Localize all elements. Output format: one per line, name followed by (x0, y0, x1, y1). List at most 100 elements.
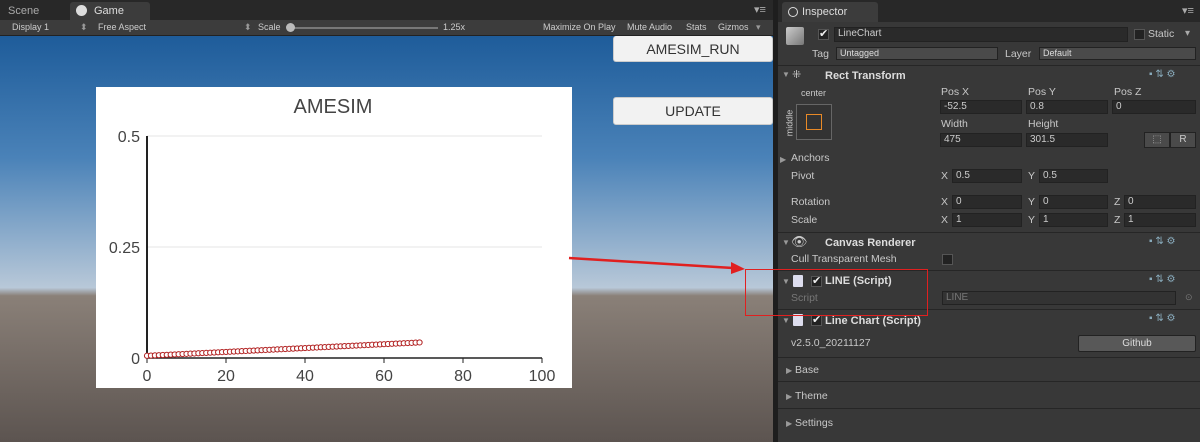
x-tick-label: 80 (454, 368, 472, 385)
maximize-on-play-toggle[interactable]: Maximize On Play (543, 22, 616, 32)
chart-svg: AMESIM 0 0.25 0.5 0 20 40 60 80 100 (109, 96, 556, 385)
static-label: Static (1148, 28, 1175, 40)
display-dropdown-arrow-icon: ⬍ (80, 22, 88, 32)
x-tick-label: 60 (375, 368, 393, 385)
section-settings[interactable]: Settings (795, 417, 833, 429)
anchors-fold-icon[interactable]: ▶ (780, 155, 786, 164)
tab-game[interactable]: Game (70, 2, 150, 20)
pivot-label: Pivot (791, 170, 815, 182)
theme-fold-icon[interactable]: ▶ (786, 392, 792, 401)
rect-transform-icon: ⁜ (792, 69, 802, 81)
layer-label: Layer (1005, 48, 1032, 60)
pos-x-field[interactable]: -52.5 (940, 100, 1022, 114)
pivot-x-field[interactable]: 0.5 (952, 169, 1022, 183)
component-header-icons[interactable]: ▪ ⇅ ⚙ (1149, 236, 1175, 247)
anchor-preset-icon (806, 114, 822, 130)
anchor-preset-button[interactable] (796, 104, 832, 140)
inspector-tabbar: Inspector ▾≡ (778, 0, 1200, 22)
cull-checkbox[interactable] (942, 254, 953, 265)
component-header-icons[interactable]: ▪ ⇅ ⚙ (1149, 274, 1175, 285)
rect-transform-fold-icon[interactable]: ▼ (782, 70, 790, 79)
static-dropdown-icon[interactable]: ▾ (1185, 28, 1190, 39)
divider (778, 232, 1200, 233)
rotation-x-label: X (941, 196, 949, 208)
object-picker-icon[interactable]: ⊙ (1185, 292, 1193, 303)
pos-y-label: Pos Y (1028, 86, 1056, 98)
divider (778, 357, 1200, 358)
scale-x-label: X (941, 214, 949, 226)
rotation-y-field[interactable]: 0 (1039, 195, 1108, 209)
update-button[interactable]: UPDATE (613, 97, 773, 125)
anchor-v-label: middle (784, 109, 795, 137)
tab-scene[interactable]: Scene (0, 2, 68, 20)
raw-edit-button[interactable]: R (1170, 132, 1196, 148)
rotation-y-label: Y (1028, 196, 1036, 208)
component-header-icons[interactable]: ▪ ⇅ ⚙ (1149, 69, 1175, 80)
x-tick-label: 0 (143, 368, 152, 385)
scale-z-label: Z (1114, 214, 1121, 226)
tab-menu-icon[interactable]: ▾≡ (754, 3, 766, 16)
aspect-dropdown-arrow-icon: ⬍ (244, 22, 252, 32)
stats-toggle[interactable]: Stats (686, 22, 707, 32)
tab-inspector-label: Inspector (802, 6, 848, 18)
tag-label: Tag (812, 48, 829, 60)
inspector-panel: Inspector ▾≡ LineChart Static ▾ Tag Unta… (778, 0, 1200, 442)
gizmos-dropdown-arrow-icon[interactable]: ▾ (756, 22, 761, 33)
tag-dropdown[interactable]: Untagged (836, 47, 998, 60)
section-theme[interactable]: Theme (795, 390, 828, 402)
pivot-y-label: Y (1028, 170, 1036, 182)
rotation-x-field[interactable]: 0 (952, 195, 1022, 209)
canvas-renderer-fold-icon[interactable]: ▼ (782, 238, 790, 247)
section-base[interactable]: Base (795, 364, 819, 376)
width-field[interactable]: 475 (940, 133, 1022, 147)
blueprint-mode-button[interactable]: ⬚ (1144, 132, 1170, 148)
annotation-arrow (568, 256, 745, 274)
rotation-z-label: Z (1114, 196, 1121, 208)
static-checkbox[interactable] (1134, 29, 1145, 40)
line-chart-fold-icon[interactable]: ▼ (782, 316, 790, 325)
display-dropdown[interactable]: Display 1 (12, 22, 49, 32)
tab-inspector[interactable]: Inspector (782, 2, 878, 22)
data-point (416, 339, 423, 346)
inspector-menu-icon[interactable]: ▾≡ (1182, 4, 1194, 17)
mute-audio-toggle[interactable]: Mute Audio (627, 22, 672, 32)
github-button[interactable]: Github (1078, 335, 1196, 352)
scale-y-field[interactable]: 1 (1039, 213, 1108, 227)
tab-game-label: Game (94, 5, 124, 17)
pos-z-field[interactable]: 0 (1112, 100, 1196, 114)
x-tick-label: 100 (529, 368, 556, 385)
anchors-label[interactable]: Anchors (791, 152, 830, 164)
line-chart-panel: AMESIM 0 0.25 0.5 0 20 40 60 80 100 (96, 87, 572, 388)
scale-z-field[interactable]: 1 (1124, 213, 1196, 227)
rotation-label: Rotation (791, 196, 831, 208)
version-label: v2.5.0_20211127 (791, 337, 871, 349)
height-field[interactable]: 301.5 (1026, 133, 1108, 147)
cull-label: Cull Transparent Mesh (791, 253, 897, 265)
pivot-y-field[interactable]: 0.5 (1039, 169, 1108, 183)
settings-fold-icon[interactable]: ▶ (786, 419, 792, 428)
component-header-icons[interactable]: ▪ ⇅ ⚙ (1149, 313, 1175, 324)
line-chart-enabled-checkbox[interactable] (811, 313, 822, 326)
gizmos-toggle[interactable]: Gizmos (718, 22, 749, 32)
amesim-run-button[interactable]: AMESIM_RUN (613, 36, 773, 62)
x-tick-label: 20 (217, 368, 235, 385)
scale-x-field[interactable]: 1 (952, 213, 1022, 227)
aspect-dropdown[interactable]: Free Aspect (98, 22, 146, 32)
rect-transform-title: Rect Transform (825, 70, 906, 82)
height-label: Height (1028, 118, 1059, 130)
game-tabbar: Scene Game ▾≡ (0, 0, 773, 20)
layer-dropdown[interactable]: Default (1039, 47, 1196, 60)
base-fold-icon[interactable]: ▶ (786, 366, 792, 375)
object-name-field[interactable]: LineChart (834, 27, 1128, 42)
scale-label: Scale (258, 22, 281, 32)
scale-y-label: Y (1028, 214, 1036, 226)
line-chart-title: Line Chart (Script) (825, 315, 921, 327)
y-tick-label: 0 (131, 351, 140, 368)
rotation-z-field[interactable]: 0 (1124, 195, 1196, 209)
anchor-h-label: center (801, 88, 827, 98)
scale-slider[interactable] (288, 27, 438, 29)
scale-slider-handle[interactable] (286, 23, 295, 32)
pos-y-field[interactable]: 0.8 (1026, 100, 1108, 114)
pacman-icon (76, 5, 87, 16)
active-checkbox[interactable] (818, 27, 829, 40)
